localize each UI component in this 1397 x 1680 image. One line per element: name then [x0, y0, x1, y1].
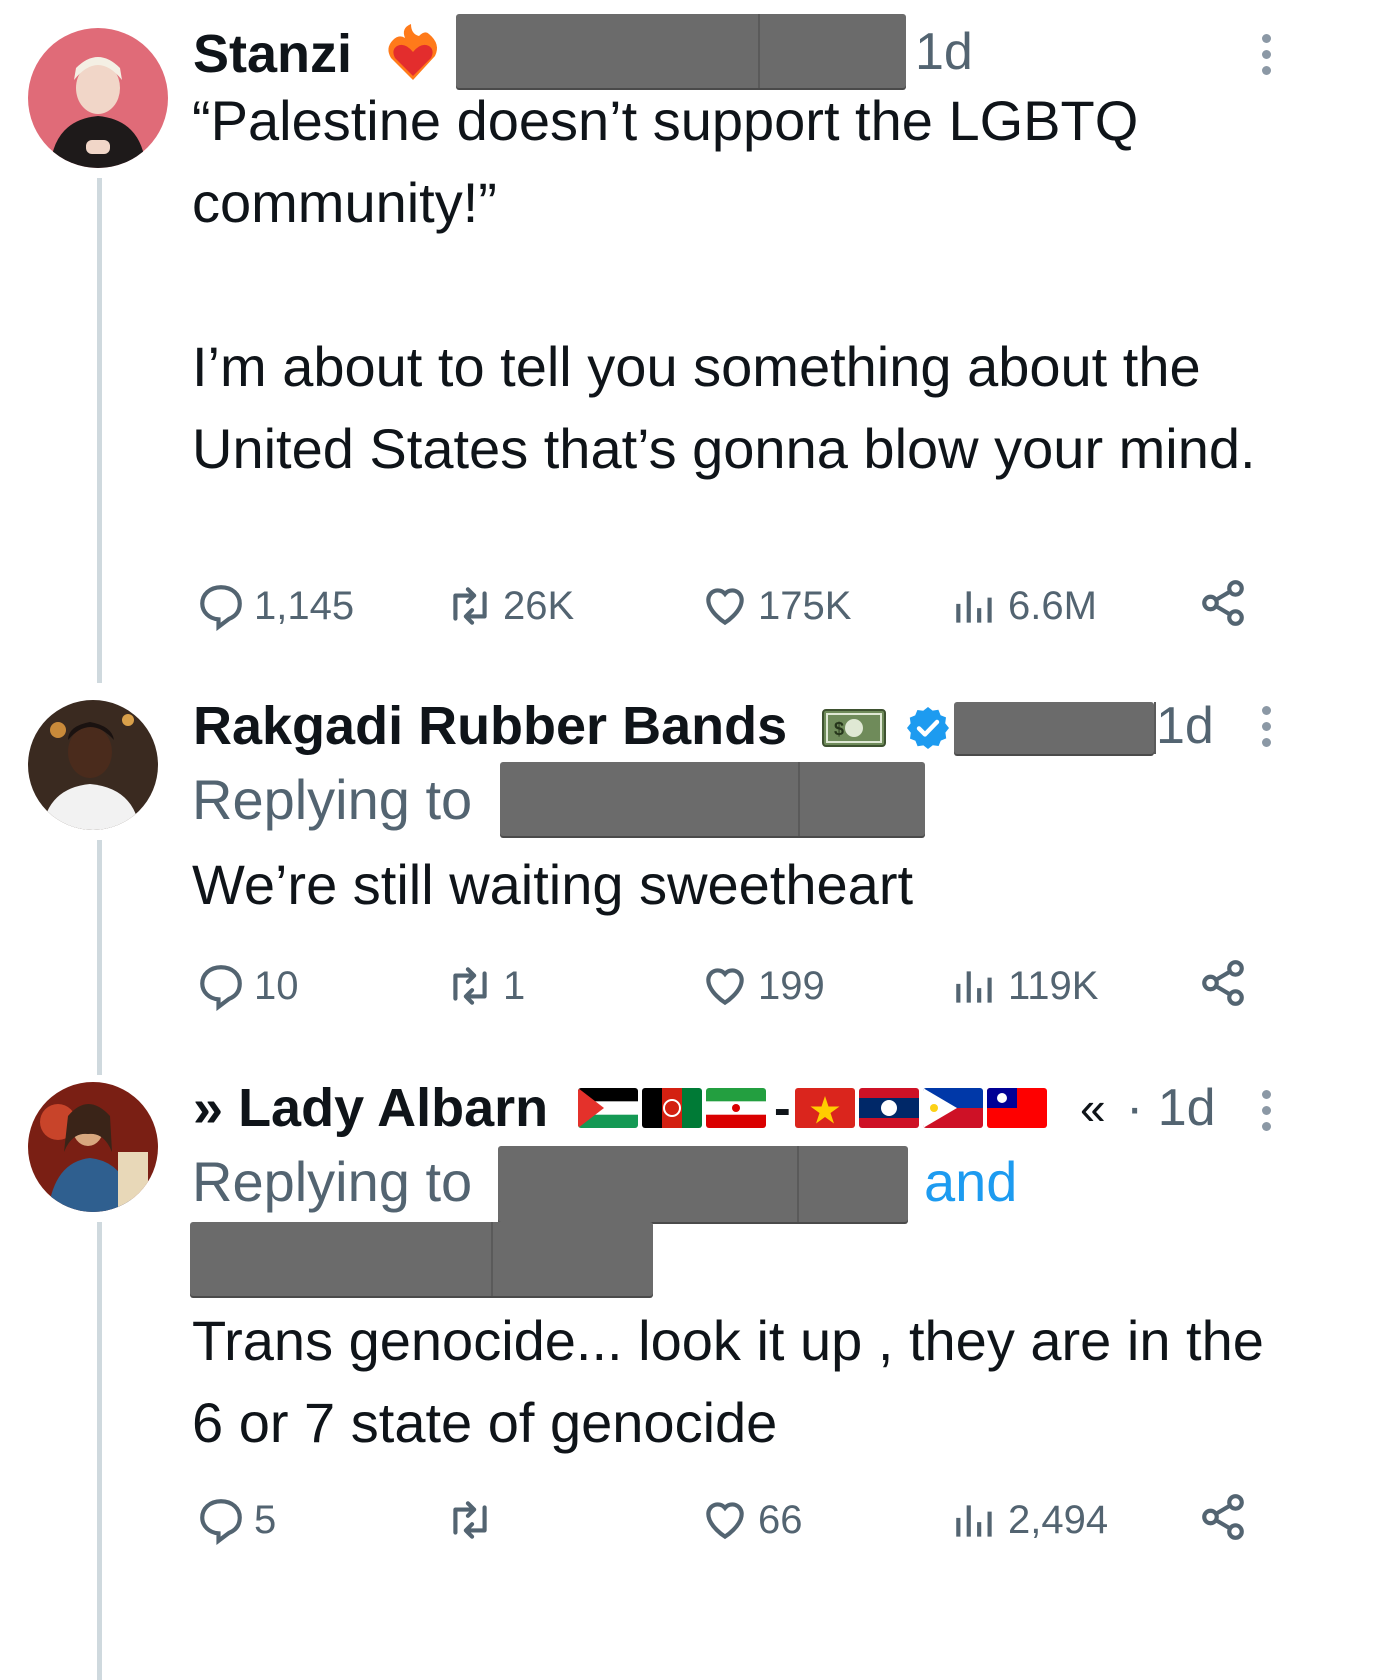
fire-heart-emoji-icon: [385, 24, 441, 84]
avatar[interactable]: [28, 700, 158, 830]
more-options-icon[interactable]: [1258, 1090, 1274, 1138]
afghanistan-flag-icon: [642, 1088, 702, 1128]
redacted-reply-handle[interactable]: [500, 762, 925, 836]
like-button[interactable]: 66: [700, 1492, 803, 1548]
display-name[interactable]: » Lady Albarn: [193, 1078, 548, 1138]
thread-line: [97, 1222, 102, 1680]
philippines-flag-icon: [922, 1088, 983, 1128]
replying-to-label: Replying to: [192, 1150, 473, 1213]
views-icon: [956, 591, 992, 623]
name-suffix: «: [1080, 1082, 1106, 1134]
retweet-count: 26K: [503, 583, 575, 628]
palestine-flag-icon: [578, 1088, 638, 1128]
heart-icon: [706, 968, 744, 1006]
verified-badge-icon: [904, 704, 952, 752]
reply-count: 10: [254, 963, 299, 1008]
views-icon: [956, 971, 992, 1003]
like-button[interactable]: 175K: [700, 578, 851, 634]
like-count: 66: [758, 1497, 803, 1542]
view-count: 2,494: [1008, 1497, 1109, 1542]
name-text: Lady Albarn: [238, 1078, 549, 1138]
heart-icon: [706, 588, 744, 626]
more-options-icon[interactable]: [1258, 706, 1274, 754]
retweet-button[interactable]: 1: [445, 958, 525, 1014]
reply-count: 1,145: [254, 583, 355, 628]
dollar-bill-emoji-icon: $: [822, 706, 886, 750]
like-count: 199: [758, 963, 825, 1008]
avatar-image: [28, 1082, 158, 1212]
name-prefix: »: [193, 1078, 224, 1138]
flag-emoji-row: -: [578, 1080, 1051, 1136]
tweet-text: We’re still waiting sweetheart: [192, 853, 914, 916]
thread-line: [97, 840, 102, 1075]
iran-flag-icon: [706, 1088, 766, 1128]
like-button[interactable]: 199: [700, 958, 825, 1014]
redacted-reply-handle-2[interactable]: [190, 1222, 653, 1296]
retweet-button[interactable]: [445, 1492, 503, 1548]
replying-to-label: Replying to: [192, 768, 473, 831]
heart-icon: [706, 1502, 744, 1540]
reply-button[interactable]: 1,145: [196, 578, 354, 634]
display-name[interactable]: Stanzi: [193, 24, 352, 84]
tweet-text: “Palestine doesn’t support the LGBTQ com…: [192, 89, 1256, 480]
retweet-icon: [453, 1501, 487, 1539]
reply-icon: [200, 1499, 242, 1545]
redacted-handle: [456, 14, 906, 88]
retweet-button[interactable]: 26K: [445, 578, 574, 634]
reply-button[interactable]: 10: [196, 958, 299, 1014]
reply-button[interactable]: 5: [196, 1492, 276, 1548]
svg-text:$: $: [834, 719, 844, 739]
views-button[interactable]: 2,494: [950, 1492, 1108, 1548]
views-icon: [956, 1505, 992, 1537]
reply-icon: [200, 585, 242, 631]
avatar-image: [28, 28, 168, 168]
laos-flag-icon: [858, 1088, 919, 1128]
reply-count: 5: [254, 1497, 277, 1542]
view-count: 6.6M: [1008, 583, 1097, 628]
share-icon[interactable]: [1198, 578, 1248, 633]
timestamp[interactable]: 1d: [915, 22, 973, 82]
redacted-handle: [954, 702, 1156, 754]
vietnam-flag-icon: [794, 1088, 855, 1128]
timestamp[interactable]: · 1d: [1126, 1078, 1216, 1138]
avatar[interactable]: [28, 28, 168, 168]
flag-dash: -: [774, 1080, 791, 1136]
retweet-icon: [453, 587, 487, 625]
redacted-reply-handle[interactable]: [498, 1146, 908, 1222]
view-count: 119K: [1008, 963, 1099, 1008]
views-button[interactable]: 119K: [950, 958, 1098, 1014]
tweet-text: Trans genocide... look it up , they are …: [192, 1309, 1280, 1454]
reply-icon: [200, 965, 242, 1011]
replying-and-link: and: [924, 1150, 1018, 1213]
avatar-image: [28, 700, 158, 830]
more-options-icon[interactable]: [1258, 34, 1274, 82]
taiwan-flag-icon: [986, 1088, 1047, 1128]
retweet-count: 1: [503, 963, 526, 1008]
views-button[interactable]: 6.6M: [950, 578, 1097, 634]
retweet-icon: [453, 967, 487, 1005]
avatar[interactable]: [28, 1082, 158, 1212]
like-count: 175K: [758, 583, 852, 628]
timestamp[interactable]: 1d: [1156, 696, 1214, 756]
share-icon[interactable]: [1198, 958, 1248, 1013]
share-icon[interactable]: [1198, 1492, 1248, 1547]
thread-line: [97, 178, 102, 683]
display-name[interactable]: Rakgadi Rubber Bands: [193, 696, 787, 756]
